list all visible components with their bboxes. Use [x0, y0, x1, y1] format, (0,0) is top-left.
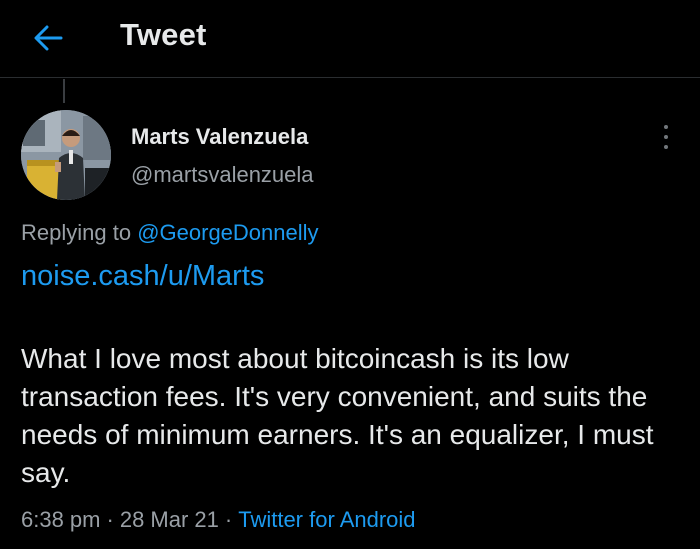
- page-title: Tweet: [120, 17, 207, 52]
- avatar[interactable]: [21, 110, 111, 200]
- thread-connector-line: [63, 79, 65, 103]
- author-name[interactable]: Marts Valenzuela: [131, 124, 314, 150]
- user-avatar-image: [21, 110, 111, 200]
- meta-separator: ·: [106, 507, 114, 532]
- tweet-url-link[interactable]: noise.cash/u/Marts: [21, 259, 264, 293]
- replying-to-label: Replying to: [21, 220, 132, 245]
- top-bar: Tweet: [0, 0, 700, 78]
- reply-mention-link[interactable]: @GeorgeDonnelly: [137, 220, 318, 245]
- tweet-metadata: 6:38 pm · 28 Mar 21 · Twitter for Android: [21, 506, 416, 534]
- vertical-ellipsis-icon: [664, 125, 668, 129]
- tweet-time: 6:38 pm: [21, 507, 101, 532]
- tweet-source-link[interactable]: Twitter for Android: [238, 507, 415, 532]
- author-block[interactable]: Marts Valenzuela @martsvalenzuela: [131, 124, 314, 188]
- meta-separator-2: ·: [224, 507, 233, 532]
- replying-to-line: Replying to @GeorgeDonnelly: [21, 219, 319, 247]
- tweet-date: 28 Mar 21: [119, 507, 219, 532]
- author-handle[interactable]: @martsvalenzuela: [131, 162, 314, 188]
- back-button[interactable]: [26, 18, 70, 58]
- arrow-left-icon: [34, 25, 63, 51]
- more-options-button[interactable]: [656, 122, 676, 152]
- vertical-ellipsis-icon-dot-2: [664, 135, 668, 139]
- vertical-ellipsis-icon-dot-3: [664, 145, 668, 149]
- tweet-body-text: What I love most about bitcoincash is it…: [21, 343, 654, 488]
